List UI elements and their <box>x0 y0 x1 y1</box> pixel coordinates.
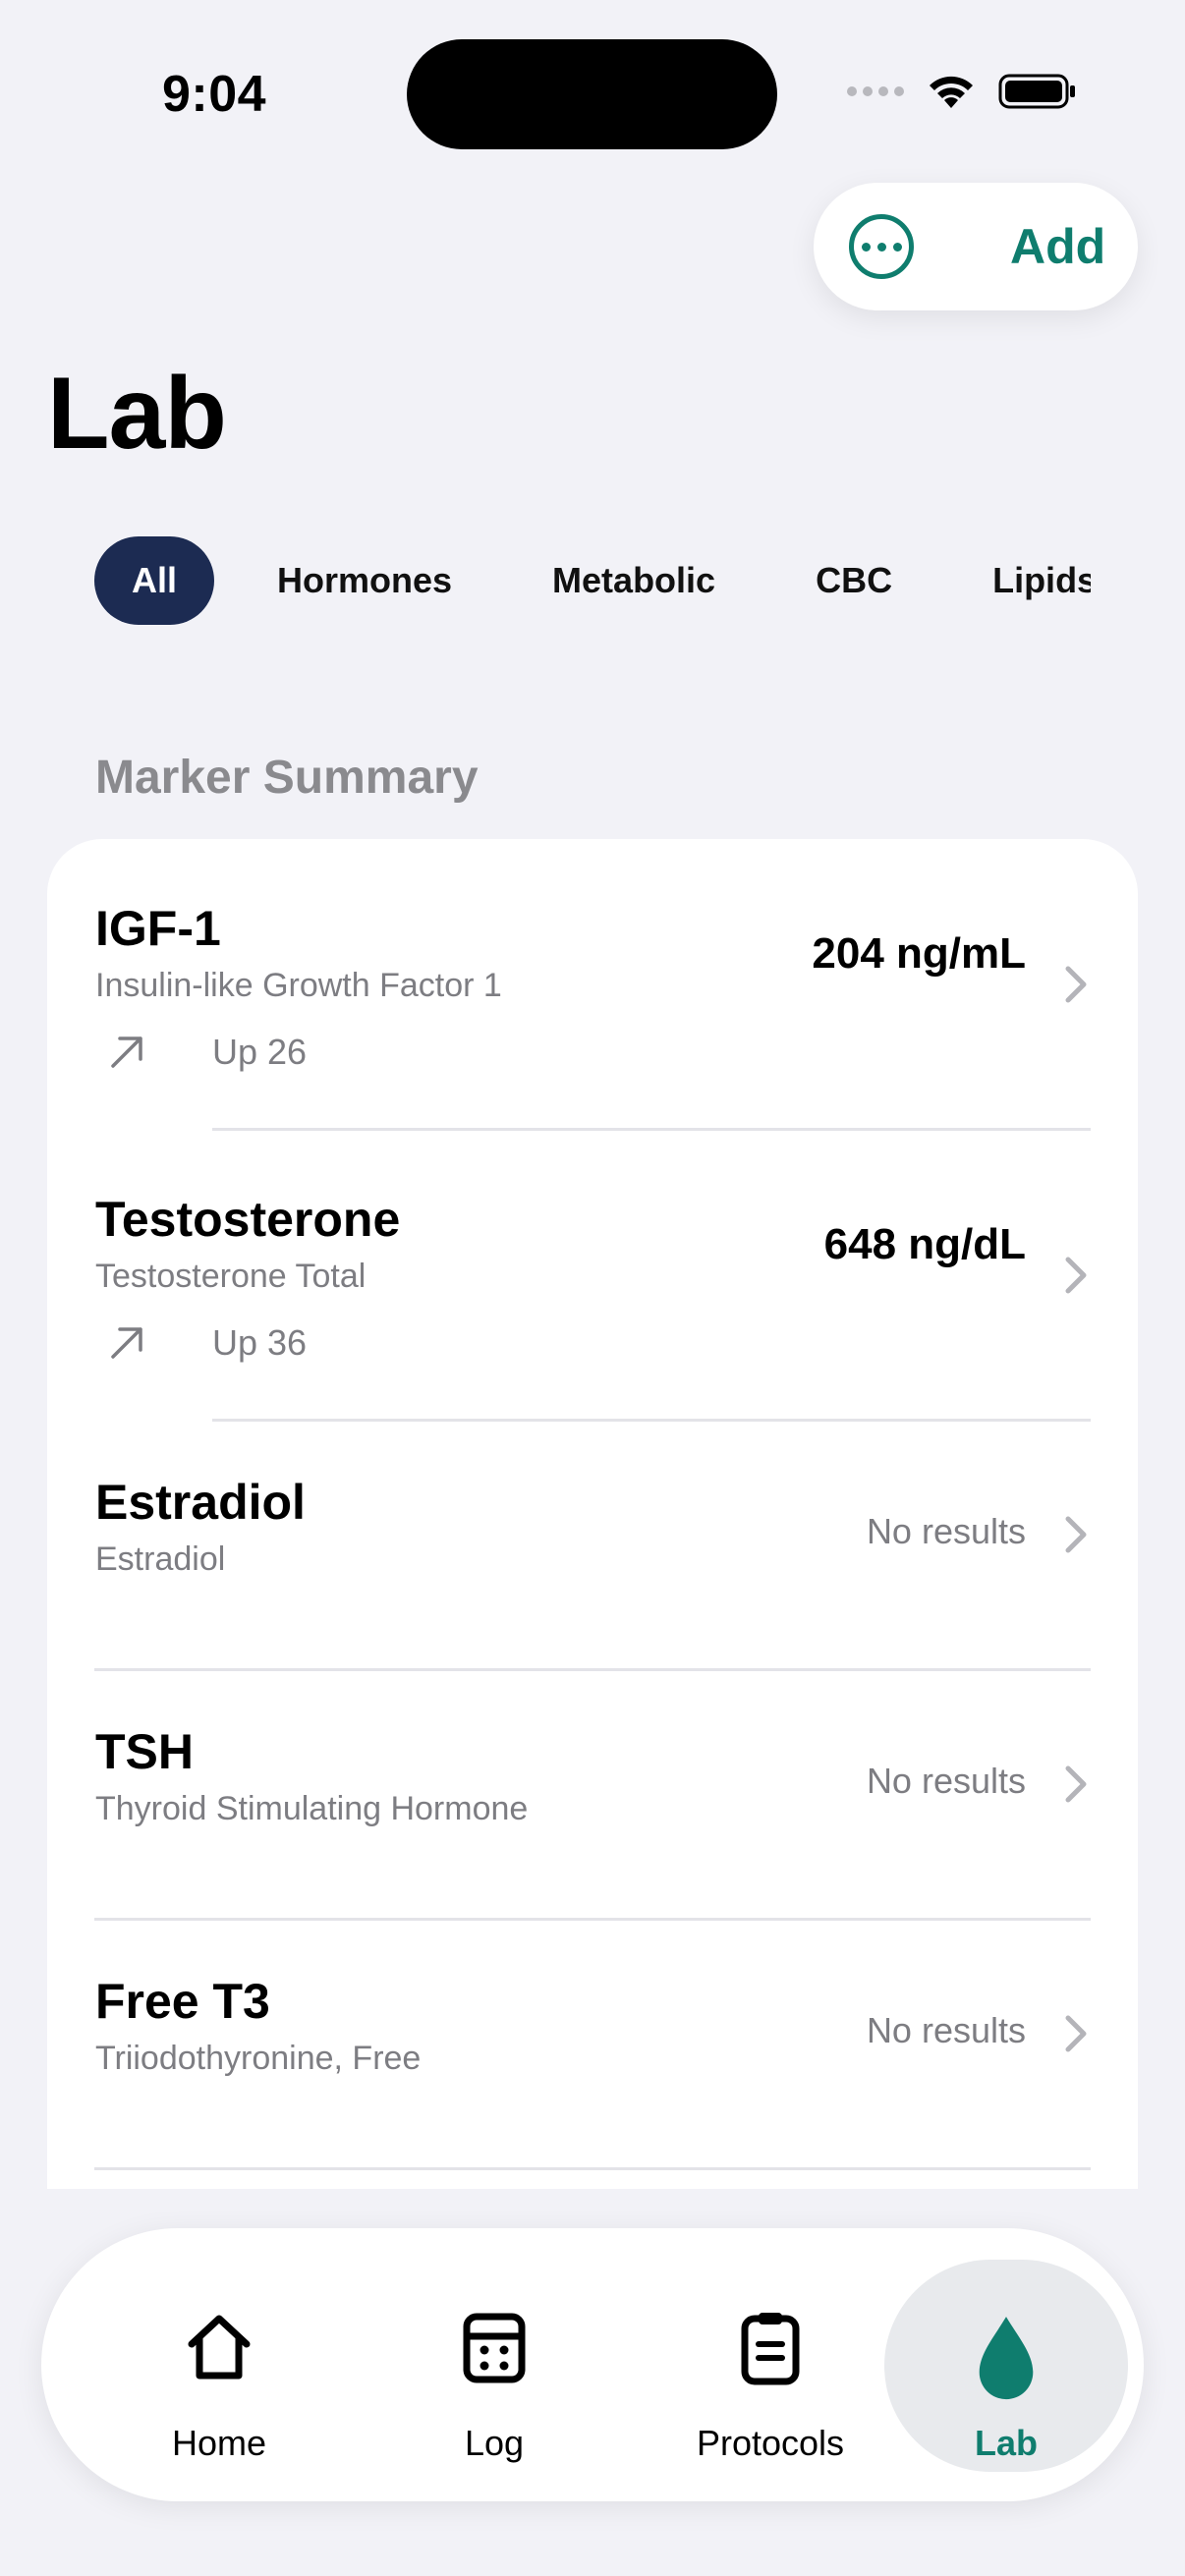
status-icons <box>847 73 1077 110</box>
chevron-right-icon <box>1065 966 1087 1003</box>
chevron-right-icon <box>1065 1765 1087 1803</box>
marker-full-name: Estradiol <box>95 1540 226 1578</box>
marker-name: TSH <box>95 1724 194 1779</box>
marker-row-testosterone[interactable]: Testosterone Testosterone Total 648 ng/d… <box>47 1130 1138 1421</box>
filter-chip-all[interactable]: All <box>94 536 215 625</box>
marker-name: Testosterone <box>95 1192 401 1247</box>
marker-name: IGF-1 <box>95 901 221 956</box>
filter-chip-hormones[interactable]: Hormones <box>242 536 487 625</box>
marker-full-name: Testosterone Total <box>95 1258 367 1295</box>
marker-value: 648 ng/dL <box>823 1220 1026 1268</box>
tab-protocols[interactable]: Protocols <box>648 2228 893 2501</box>
section-title: Marker Summary <box>95 752 479 804</box>
tab-bar: Home Log Protocols Lab <box>41 2228 1144 2501</box>
marker-value: 204 ng/mL <box>812 929 1026 978</box>
clipboard-icon <box>741 2313 800 2385</box>
arrow-up-right-icon <box>111 1327 142 1359</box>
marker-row-tsh[interactable]: TSH Thyroid Stimulating Hormone No resul… <box>47 1670 1138 1920</box>
filter-chip-cbc[interactable]: CBC <box>780 536 928 625</box>
marker-name: Estradiol <box>95 1475 306 1530</box>
page-title: Lab <box>47 357 227 471</box>
more-options-icon[interactable] <box>849 214 914 279</box>
filter-chips: All Hormones Metabolic CBC Lipids <box>94 536 1091 625</box>
marker-empty-state: No results <box>866 1511 1026 1551</box>
marker-row-estradiol[interactable]: Estradiol Estradiol No results <box>47 1421 1138 1670</box>
wifi-icon <box>930 76 973 108</box>
row-divider <box>94 2167 1091 2170</box>
marker-empty-state: No results <box>866 2010 1026 2050</box>
chevron-right-icon <box>1065 1516 1087 1553</box>
marker-empty-state: No results <box>866 1761 1026 1801</box>
dynamic-island <box>407 39 777 149</box>
drop-icon <box>979 2317 1034 2400</box>
chevron-right-icon <box>1065 2015 1087 2052</box>
tab-label: Home <box>171 2423 267 2463</box>
marker-full-name: Triiodothyronine, Free <box>95 2040 422 2077</box>
tab-label: Protocols <box>696 2423 845 2463</box>
chevron-right-icon <box>1065 1257 1087 1294</box>
marker-trend: Up 26 <box>212 1032 308 1072</box>
battery-icon <box>998 74 1075 109</box>
add-button[interactable]: Add <box>1010 218 1105 275</box>
filter-chip-lipids[interactable]: Lipids <box>957 536 1091 625</box>
marker-name: Free T3 <box>95 1974 270 2029</box>
tab-label: Lab <box>974 2423 1038 2463</box>
cellular-signal-icon <box>847 86 904 96</box>
marker-row-free-t3[interactable]: Free T3 Triiodothyronine, Free No result… <box>47 1920 1138 2169</box>
marker-trend: Up 36 <box>212 1322 308 1363</box>
arrow-up-right-icon <box>111 1036 142 1068</box>
toolbar-actions: Add <box>814 183 1138 310</box>
marker-row-igf1[interactable]: IGF-1 Insulin-like Growth Factor 1 204 n… <box>47 839 1138 1130</box>
marker-list: IGF-1 Insulin-like Growth Factor 1 204 n… <box>47 839 1138 2189</box>
house-icon <box>188 2315 251 2380</box>
marker-full-name: Thyroid Stimulating Hormone <box>95 1790 529 1827</box>
status-time: 9:04 <box>162 66 267 123</box>
tab-home[interactable]: Home <box>96 2228 342 2501</box>
filter-chip-metabolic[interactable]: Metabolic <box>517 536 751 625</box>
calendar-icon <box>463 2313 526 2383</box>
marker-full-name: Insulin-like Growth Factor 1 <box>95 967 502 1004</box>
tab-lab[interactable]: Lab <box>884 2260 1128 2472</box>
tab-log[interactable]: Log <box>371 2228 617 2501</box>
tab-label: Log <box>464 2423 525 2463</box>
